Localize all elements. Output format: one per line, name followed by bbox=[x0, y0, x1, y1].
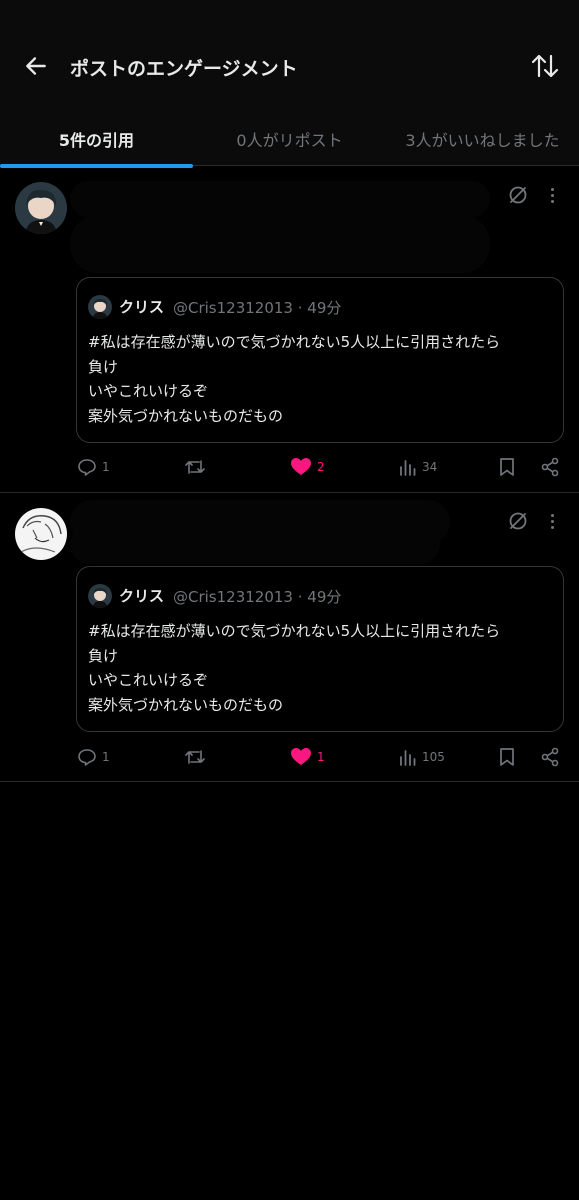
quoted-text: #私は存在感が薄いので気づかれない5人以上に引用されたら 負け いやこれいけるぞ… bbox=[88, 619, 558, 717]
tab-likes[interactable]: 3人がいいねしました bbox=[386, 112, 579, 166]
quoted-text-line: 案外気づかれないものだもの bbox=[88, 406, 284, 425]
repost-icon bbox=[185, 750, 205, 764]
quoted-text-line: いやこれいけるぞ bbox=[88, 671, 209, 689]
quoted-text-line: #私は存在感が薄いので気づかれない5人以上に引用されたら bbox=[88, 333, 501, 351]
view-count: 105 bbox=[422, 750, 445, 764]
reply-icon bbox=[78, 749, 96, 766]
tab-quotes[interactable]: 5件の引用 bbox=[0, 112, 193, 168]
reply-count: 1 bbox=[102, 460, 110, 474]
bookmark-icon bbox=[500, 748, 514, 766]
quoted-avatar bbox=[88, 295, 112, 319]
repost-icon bbox=[185, 460, 205, 474]
quoted-post[interactable]: クリス @Cris12312013 · 49分 #私は存在感が薄いので気づかれな… bbox=[76, 277, 564, 443]
reply-count: 1 bbox=[102, 750, 110, 764]
view-count: 34 bbox=[422, 460, 438, 474]
reply-icon bbox=[78, 459, 96, 476]
reply-button[interactable]: 1 bbox=[77, 742, 110, 772]
page-title: ポストのエンゲージメント bbox=[70, 58, 298, 80]
share-icon bbox=[541, 747, 559, 767]
share-button[interactable] bbox=[540, 742, 560, 772]
redacted-name bbox=[70, 181, 490, 217]
avatar-image bbox=[15, 508, 67, 560]
tab-label: 5件の引用 bbox=[58, 131, 135, 150]
heart-filled-icon bbox=[291, 748, 311, 765]
avatar-image bbox=[15, 182, 67, 234]
views-button[interactable]: 105 bbox=[399, 742, 445, 772]
sort-arrows-icon bbox=[531, 54, 559, 78]
quoted-text-line: いやこれいけるぞ bbox=[88, 382, 209, 400]
sort-button[interactable] bbox=[529, 50, 561, 82]
like-count: 2 bbox=[317, 460, 325, 474]
tab-label: 3人がいいねしました bbox=[405, 131, 560, 150]
bookmark-button[interactable] bbox=[498, 452, 516, 482]
redacted-text bbox=[70, 215, 490, 273]
more-options-icon[interactable] bbox=[545, 184, 559, 206]
quoted-author-handle: @Cris12312013 · 49分 bbox=[173, 588, 342, 606]
quote-post[interactable]: クリス @Cris12312013 · 49分 #私は存在感が薄いので気づかれな… bbox=[0, 494, 579, 782]
arrow-left-icon bbox=[26, 57, 46, 75]
quoted-author-handle: @Cris12312013 · 49分 bbox=[173, 299, 342, 317]
bar-chart-icon bbox=[400, 750, 416, 766]
quoted-text-line: 負け bbox=[88, 357, 119, 376]
action-bar: 1 1 105 bbox=[0, 742, 579, 772]
repost-button[interactable] bbox=[184, 742, 211, 772]
quoted-author-name: クリス bbox=[119, 587, 165, 605]
quoted-text-line: 案外気づかれないものだもの bbox=[88, 695, 284, 714]
quoted-text: #私は存在感が薄いので気づかれない5人以上に引用されたら 負け いやこれいけるぞ… bbox=[88, 330, 558, 428]
like-button[interactable]: 1 bbox=[290, 742, 325, 772]
quote-post[interactable]: クリス @Cris12312013 · 49分 #私は存在感が薄いので気づかれな… bbox=[0, 167, 579, 493]
bookmark-button[interactable] bbox=[498, 742, 516, 772]
bookmark-icon bbox=[500, 458, 514, 476]
quoted-author-name: クリス bbox=[119, 298, 165, 316]
avatar[interactable] bbox=[15, 182, 67, 234]
share-icon bbox=[541, 457, 559, 477]
repost-button[interactable] bbox=[184, 452, 211, 482]
quoted-avatar bbox=[88, 584, 112, 608]
quoted-post[interactable]: クリス @Cris12312013 · 49分 #私は存在感が薄いので気づかれな… bbox=[76, 566, 564, 732]
like-button[interactable]: 2 bbox=[290, 452, 325, 482]
avatar[interactable] bbox=[15, 508, 67, 560]
quoted-text-line: #私は存在感が薄いので気づかれない5人以上に引用されたら bbox=[88, 622, 501, 640]
back-button[interactable] bbox=[20, 50, 52, 82]
top-bar: ポストのエンゲージメント bbox=[0, 0, 579, 112]
like-count: 1 bbox=[317, 750, 325, 764]
views-button[interactable]: 34 bbox=[399, 452, 437, 482]
bar-chart-icon bbox=[400, 460, 416, 476]
quoted-text-line: 負け bbox=[88, 646, 119, 665]
more-options-icon[interactable] bbox=[545, 510, 559, 532]
grok-icon[interactable] bbox=[507, 510, 529, 532]
tab-label: 0人がリポスト bbox=[236, 131, 343, 150]
reply-button[interactable]: 1 bbox=[77, 452, 110, 482]
action-bar: 1 2 34 bbox=[0, 452, 579, 482]
redacted-text bbox=[70, 524, 440, 564]
heart-filled-icon bbox=[291, 458, 311, 475]
engagement-tabs: 5件の引用 0人がリポスト 3人がいいねしました bbox=[0, 112, 579, 168]
grok-icon[interactable] bbox=[507, 184, 529, 206]
share-button[interactable] bbox=[540, 452, 560, 482]
tab-reposts[interactable]: 0人がリポスト bbox=[193, 112, 386, 166]
